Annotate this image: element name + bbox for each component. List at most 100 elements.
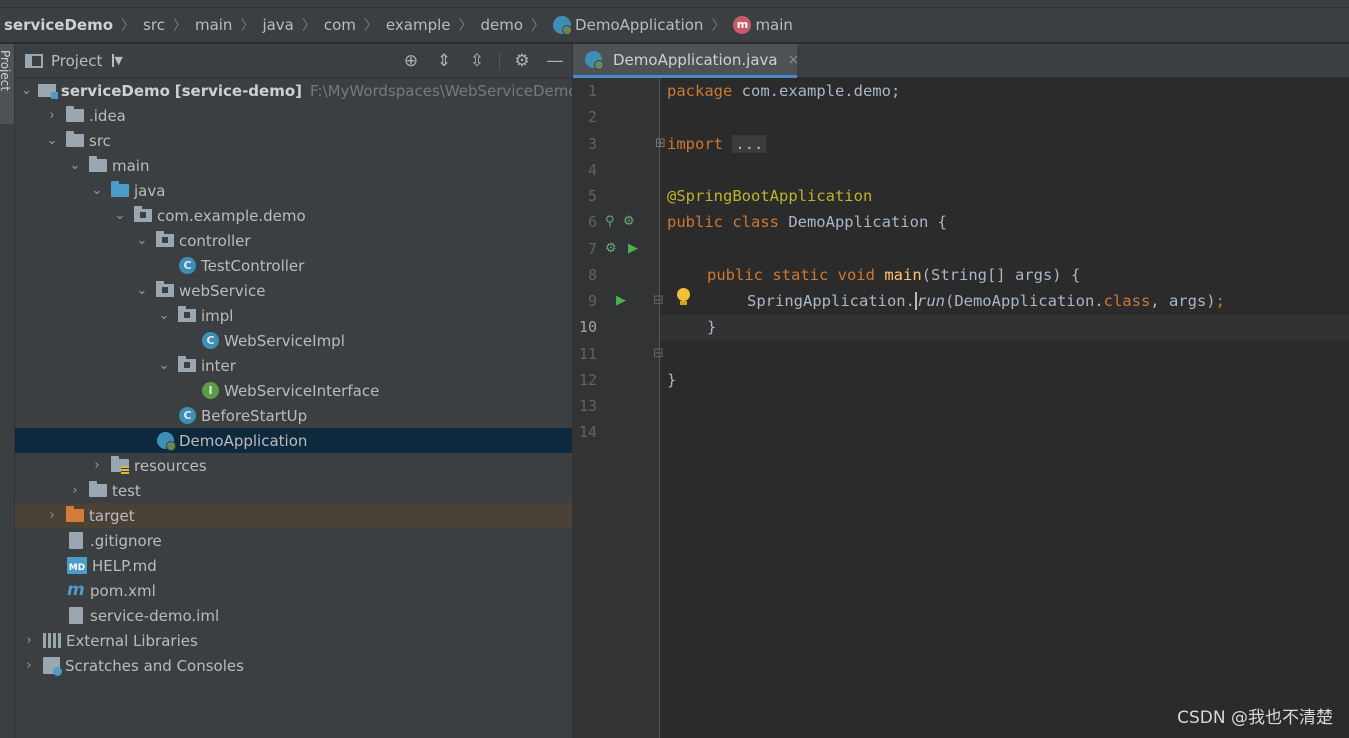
breadcrumb-src[interactable]: src: [143, 16, 165, 34]
code-line-1: package com.example.demo;: [667, 82, 901, 100]
class-icon: C: [202, 332, 219, 349]
tree-item-idea[interactable]: › .idea: [15, 103, 572, 128]
chevron-right-icon: 〉: [121, 18, 136, 34]
close-icon[interactable]: ×: [788, 52, 800, 68]
chevron-right-icon: 〉: [458, 18, 473, 34]
line-number: 13: [578, 397, 597, 415]
package-icon: [178, 356, 196, 372]
source-folder-icon: [111, 181, 129, 197]
chevron-right-icon[interactable]: ›: [44, 108, 60, 123]
expand-all-icon[interactable]: ⇕: [433, 50, 455, 72]
tree-item-resources[interactable]: › resources: [15, 453, 572, 478]
breadcrumb-java[interactable]: java: [262, 16, 293, 34]
project-tree: ⌄ serviceDemo [service-demo] F:\MyWordsp…: [15, 78, 572, 678]
line-number: 5: [587, 187, 597, 205]
chevron-down-icon[interactable]: ⌄: [89, 183, 105, 198]
interface-icon: I: [202, 382, 219, 399]
tree-item-root[interactable]: ⌄ serviceDemo [service-demo] F:\MyWordsp…: [15, 78, 572, 103]
tree-item-label: java: [134, 181, 166, 200]
collapse-all-icon[interactable]: ⇳: [466, 50, 488, 72]
breadcrumb-method[interactable]: m main: [733, 16, 793, 34]
breadcrumb-class[interactable]: DemoApplication: [553, 16, 704, 35]
chevron-down-icon[interactable]: ⌄: [112, 208, 128, 223]
spring-run-config-icon[interactable]: ⚙: [623, 209, 635, 235]
chevron-down-icon[interactable]: ⌄: [67, 158, 83, 173]
hide-panel-icon[interactable]: —: [544, 50, 566, 72]
chevron-down-icon[interactable]: ⌄: [156, 358, 172, 373]
class-icon: C: [179, 257, 196, 274]
tree-item-src[interactable]: ⌄ src: [15, 128, 572, 153]
folder-icon: [66, 131, 84, 147]
chevron-right-icon[interactable]: ›: [21, 658, 37, 673]
tree-item-main[interactable]: ⌄ main: [15, 153, 572, 178]
markdown-file-icon: MD: [67, 557, 87, 574]
chevron-right-icon[interactable]: ›: [44, 508, 60, 523]
tree-item-beforestartup[interactable]: C BeforeStartUp: [15, 403, 572, 428]
breadcrumb-com[interactable]: com: [324, 16, 356, 34]
package-icon: [156, 281, 174, 297]
line-number-current: 10: [578, 318, 597, 336]
chevron-down-icon[interactable]: ⌄: [44, 133, 60, 148]
breadcrumb-demo[interactable]: demo: [481, 16, 524, 34]
line-number: 11: [578, 345, 597, 363]
project-view-selector[interactable]: Project: [51, 52, 102, 70]
code-line-10: SpringApplication. run(DemoApplication.cl…: [747, 292, 1225, 310]
tree-root-path: F:\MyWordspaces\WebServiceDemo-0: [310, 81, 573, 100]
spring-class-icon: [553, 16, 573, 35]
bean-navigation-icon[interactable]: ⚲: [605, 209, 615, 235]
chevron-right-icon[interactable]: ›: [67, 483, 83, 498]
tree-item-external-libraries[interactable]: › External Libraries: [15, 628, 572, 653]
left-tool-strip: Project: [0, 44, 15, 738]
line-number: 8: [587, 266, 597, 284]
tree-item-inter[interactable]: ⌄ inter: [15, 353, 572, 378]
tree-item-iml[interactable]: service-demo.iml: [15, 603, 572, 628]
folded-imports[interactable]: ...: [732, 135, 767, 153]
chevron-down-icon[interactable]: ⌄: [134, 233, 150, 248]
chevron-right-icon[interactable]: ›: [89, 458, 105, 473]
dropdown-caret-icon[interactable]: ▼: [112, 54, 123, 67]
tree-item-webserviceimpl[interactable]: C WebServiceImpl: [15, 328, 572, 353]
breadcrumb-project[interactable]: serviceDemo: [4, 16, 113, 34]
chevron-down-icon[interactable]: ⌄: [156, 308, 172, 323]
folder-icon: [89, 156, 107, 172]
project-tool-tab[interactable]: Project: [0, 44, 14, 124]
breadcrumb-main[interactable]: main: [195, 16, 232, 34]
chevron-down-icon[interactable]: ⌄: [134, 283, 150, 298]
tree-item-impl[interactable]: ⌄ impl: [15, 303, 572, 328]
tree-item-package-demo[interactable]: ⌄ com.example.demo: [15, 203, 572, 228]
tree-item-controller[interactable]: ⌄ controller: [15, 228, 572, 253]
tree-item-java[interactable]: ⌄ java: [15, 178, 572, 203]
code-area[interactable]: package com.example.demo; import ... @Sp…: [660, 78, 1349, 738]
code-line-11: }: [707, 318, 717, 336]
tree-item-scratches[interactable]: › Scratches and Consoles: [15, 653, 572, 678]
tree-item-label: controller: [179, 231, 251, 250]
run-icon[interactable]: ▶: [616, 288, 626, 314]
tree-item-target[interactable]: › target: [15, 503, 572, 528]
tree-item-demoapplication[interactable]: DemoApplication: [15, 428, 572, 453]
tree-item-testcontroller[interactable]: C TestController: [15, 253, 572, 278]
tree-item-webservice[interactable]: ⌄ webService: [15, 278, 572, 303]
tab-demoapplication[interactable]: DemoApplication.java ×: [573, 44, 800, 78]
class-icon: C: [179, 407, 196, 424]
tree-item-webserviceinterface[interactable]: I WebServiceInterface: [15, 378, 572, 403]
tree-item-label: DemoApplication: [179, 431, 308, 450]
line-number: 12: [578, 371, 597, 389]
run-icon[interactable]: ▶: [628, 236, 638, 262]
spring-bean-icon[interactable]: ⚙: [605, 236, 617, 262]
file-icon: [69, 532, 83, 549]
tree-item-pom-xml[interactable]: m pom.xml: [15, 578, 572, 603]
gear-icon[interactable]: ⚙: [511, 50, 533, 72]
line-number: 4: [587, 161, 597, 179]
tree-item-test[interactable]: › test: [15, 478, 572, 503]
chevron-right-icon: 〉: [363, 18, 378, 34]
breadcrumb-class-label: DemoApplication: [575, 16, 704, 34]
scratches-icon: [43, 657, 62, 676]
chevron-down-icon[interactable]: ⌄: [21, 83, 32, 98]
tree-item-help-md[interactable]: MD HELP.md: [15, 553, 572, 578]
code-line-13: }: [667, 371, 677, 389]
locate-file-icon[interactable]: ⊕: [400, 50, 422, 72]
spring-class-icon: [157, 432, 176, 451]
chevron-right-icon[interactable]: ›: [21, 633, 37, 648]
breadcrumb-example[interactable]: example: [386, 16, 451, 34]
tree-item-gitignore[interactable]: .gitignore: [15, 528, 572, 553]
